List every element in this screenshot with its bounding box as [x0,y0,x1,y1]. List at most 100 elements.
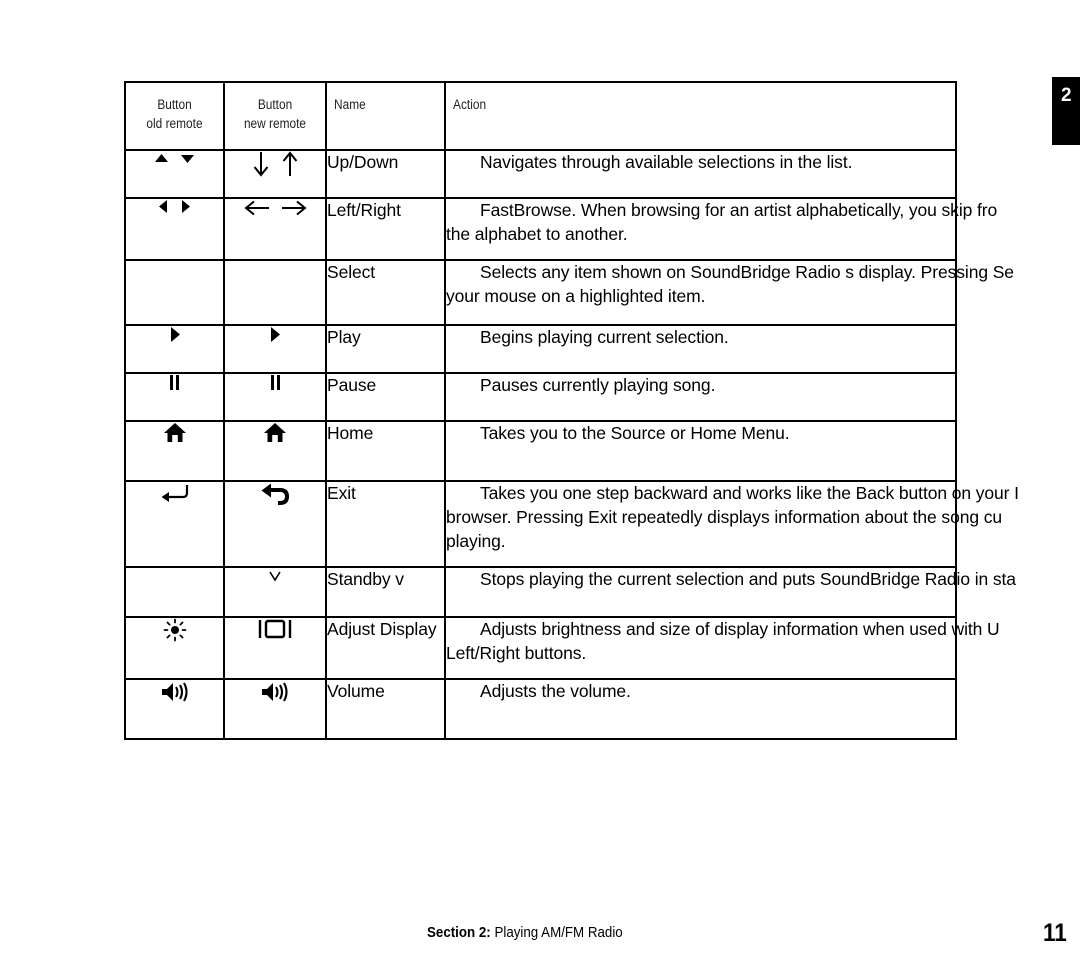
header-cell-name: Name [325,81,446,151]
button-cell-new-remote [223,149,327,199]
table-row: Left/Right FastBrowse. When browsing for… [124,197,998,261]
action-cell: Begins playing current selection. [444,324,957,374]
name-cell: Volume [325,678,446,740]
left-arrow-right-arrow-icon [243,199,307,217]
name-cell: Adjust Display [325,616,446,680]
action-line: Takes you to the Source or Home Menu. [480,423,790,443]
action-line: Begins playing current selection. [480,327,729,347]
home-icon [163,422,187,443]
header-line1: Button [257,97,293,112]
action-line: playing. [446,530,506,551]
header-cell-action: Action [444,81,957,151]
table-row: Exit Takes you one step backward and wor… [124,480,1019,568]
action-line: the alphabet to another. [446,223,628,244]
button-cell-new-remote [223,566,327,618]
header-line1: Name [334,97,366,112]
header-line2: old remote [146,116,203,132]
button-cell-new-remote [223,259,327,326]
name-cell: Left/Right [325,197,446,261]
name-cell: Home [325,420,446,482]
action-cell: Adjusts brightness and size of display i… [444,616,1000,680]
action-line: your mouse on a highlighted item. [446,285,706,306]
button-cell-new-remote [223,678,327,740]
section-tab-number: 2 [1061,85,1072,106]
button-cell-old-remote [124,149,225,199]
home-icon [263,422,287,443]
action-cell: Navigates through available selections i… [444,149,957,199]
button-cell-old-remote [124,480,225,568]
back-arrow-icon [260,482,290,506]
button-cell-old-remote [124,678,225,740]
action-line: Left/Right buttons. [446,642,587,663]
action-line: Selects any item shown on SoundBridge Ra… [480,262,1014,282]
action-cell: Selects any item shown on SoundBridge Ra… [444,259,1014,326]
action-line: Takes you one step backward and works li… [480,483,1019,503]
table-row: Select Selects any item shown on SoundBr… [124,259,1014,326]
table-row: Standby v Stops playing the current sele… [124,566,1016,618]
remote-button-table: Button old remote Button new remote Name [124,81,1019,740]
header-cell-button-new-remote: Button new remote [223,81,327,151]
name-cell: Pause [325,372,446,422]
table-row: Up/Down Navigates through available sele… [124,149,957,199]
footer-section-title: Playing AM/FM Radio [490,925,623,941]
action-line: Stops playing the current selection and … [480,569,1016,589]
button-cell-new-remote [223,420,327,482]
button-cell-new-remote [223,324,327,374]
button-cell-old-remote [124,324,225,374]
name-cell: Play [325,324,446,374]
action-cell: Pauses currently playing song. [444,372,957,422]
button-cell-new-remote [223,372,327,422]
footer-section-label: Section 2: [427,925,491,941]
play-icon [169,326,181,343]
pause-icon [269,374,282,391]
display-screen-icon [258,618,292,640]
table-row: Volume Adjusts the volume. [124,678,957,740]
page-number: 11 [1043,919,1067,947]
action-line: Adjusts brightness and size of display i… [480,619,1000,639]
header-line1: Button [157,97,192,112]
name-cell: Exit [325,480,446,568]
header-line1: Action [453,97,487,112]
brightness-sun-icon [163,618,187,642]
button-cell-new-remote [223,197,327,261]
button-cell-old-remote [124,566,225,618]
play-icon [269,326,281,343]
header-line2: new remote [243,116,307,132]
action-cell: FastBrowse. When browsing for an artist … [444,197,998,261]
footer-section-text: Section 2: Playing AM/FM Radio [427,925,623,941]
button-cell-new-remote [223,480,327,568]
action-line: Adjusts the volume. [480,681,631,701]
header-cell-button-old-remote: Button old remote [124,81,225,151]
pause-icon [168,374,181,391]
page-footer: Section 2: Playing AM/FM Radio 11 [0,919,1080,951]
return-arrow-icon [160,482,190,504]
table-row: Play Begins playing current selection. [124,324,957,374]
action-cell: Stops playing the current selection and … [444,566,1016,618]
button-cell-new-remote [223,616,327,680]
name-cell: Standby v [325,566,446,618]
volume-speaker-icon [159,680,191,704]
button-cell-old-remote [124,616,225,680]
button-cell-old-remote [124,420,225,482]
down-arrow-up-arrow-icon [252,151,299,177]
action-cell: Takes you one step backward and works li… [444,480,1019,568]
button-cell-old-remote [124,259,225,326]
name-cell: Select [325,259,446,326]
name-cell: Up/Down [325,149,446,199]
table-row: Adjust Display Adjusts brightness and si… [124,616,1000,680]
volume-speaker-icon [259,680,291,704]
action-line: Pauses currently playing song. [480,375,716,395]
action-cell: Adjusts the volume. [444,678,957,740]
standby-v-icon [267,568,283,584]
table-row: Pause Pauses currently playing song. [124,372,957,422]
action-line: browser. Pressing Exit repeatedly displa… [446,506,1003,527]
up-triangle-down-triangle-icon [154,153,195,164]
button-cell-old-remote [124,372,225,422]
action-cell: Takes you to the Source or Home Menu. [444,420,957,482]
section-tab: 2 [1052,77,1080,145]
button-cell-old-remote [124,197,225,261]
table-header-row: Button old remote Button new remote Name [124,81,957,151]
left-triangle-right-triangle-icon [158,199,191,214]
action-line: FastBrowse. When browsing for an artist … [480,200,998,220]
table-row: Home Takes you to the Source or Home Men… [124,420,957,482]
